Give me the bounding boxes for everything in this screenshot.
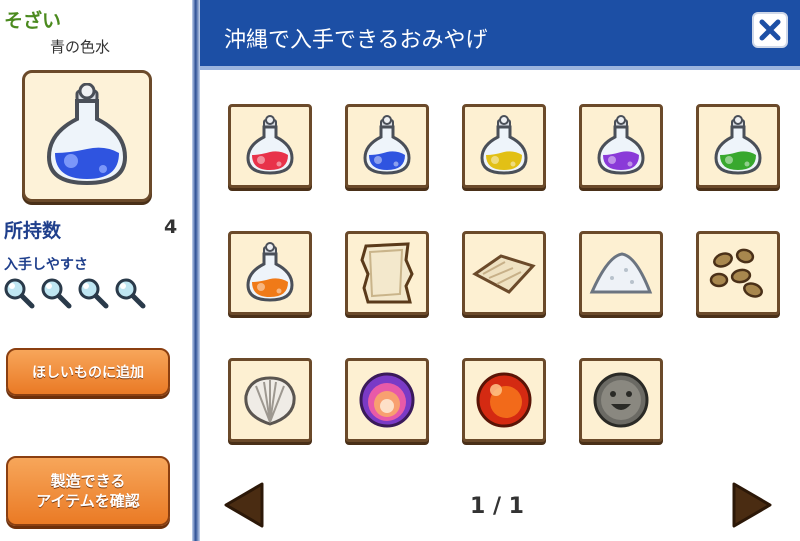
potion-green-icon — [710, 115, 766, 177]
potion-purple-icon — [593, 115, 649, 177]
cloth-icon — [471, 248, 537, 298]
item-slot[interactable] — [462, 231, 546, 315]
item-slot[interactable] — [579, 104, 663, 188]
item-slot[interactable] — [462, 104, 546, 188]
magnifier-icon — [41, 278, 72, 309]
item-slot[interactable] — [345, 358, 429, 442]
page-indicator: 1 / 1 — [470, 494, 524, 519]
magnifier-icon — [4, 278, 35, 309]
item-slot[interactable] — [696, 104, 780, 188]
seeds-icon — [707, 246, 769, 300]
header-bar: 沖縄で入手できるおみやげ — [200, 0, 800, 70]
craft-button-line1: 製造できる — [50, 472, 126, 490]
item-slot[interactable] — [696, 231, 780, 315]
close-x-icon — [759, 19, 781, 41]
shell-icon — [240, 372, 300, 428]
owned-label: 所持数 — [4, 220, 62, 242]
red-orb-icon — [474, 370, 534, 430]
panel-divider — [192, 0, 200, 541]
right-arrow-icon[interactable] — [730, 480, 776, 530]
selected-item-card — [22, 70, 152, 202]
owned-value: 4 — [164, 216, 178, 238]
left-arrow-icon[interactable] — [220, 480, 266, 530]
item-slot[interactable] — [228, 358, 312, 442]
ease-label: 入手しやすさ — [4, 257, 88, 273]
ease-rating — [2, 276, 147, 310]
item-slot[interactable] — [345, 104, 429, 188]
item-detail-panel: そざい 青の色水 所持数 4 入手しやすさ ほしいものに追加 製造できる アイテ… — [0, 0, 192, 541]
add-to-wishlist-label: ほしいものに追加 — [32, 365, 144, 381]
smiling-rock-icon — [591, 370, 651, 430]
close-button[interactable] — [752, 12, 788, 48]
item-slot[interactable] — [345, 231, 429, 315]
pager: 1 / 1 — [200, 470, 800, 540]
salt-icon — [588, 248, 654, 298]
souvenir-list-panel: 沖縄で入手できるおみやげ 1 / 1 — [200, 0, 800, 541]
potion-blue-icon — [359, 115, 415, 177]
page-title: 沖縄で入手できるおみやげ — [224, 28, 488, 53]
item-slot[interactable] — [462, 358, 546, 442]
potion-yellow-icon — [476, 115, 532, 177]
potion-orange-icon — [242, 242, 298, 304]
parchment-icon — [356, 240, 418, 306]
magnifier-icon — [115, 278, 146, 309]
check-craftable-items-button[interactable]: 製造できる アイテムを確認 — [6, 456, 170, 526]
item-slot[interactable] — [579, 231, 663, 315]
item-slot[interactable] — [228, 231, 312, 315]
potion-blue-large-icon — [46, 83, 128, 186]
craft-button-line2: アイテムを確認 — [36, 492, 140, 510]
add-to-wishlist-button[interactable]: ほしいものに追加 — [6, 348, 170, 396]
item-name: 青の色水 — [50, 38, 111, 56]
category-label: そざい — [4, 10, 62, 32]
magnifier-icon — [78, 278, 109, 309]
item-slot[interactable] — [228, 104, 312, 188]
potion-red-icon — [242, 115, 298, 177]
purple-stone-icon — [357, 370, 417, 430]
item-slot[interactable] — [579, 358, 663, 442]
